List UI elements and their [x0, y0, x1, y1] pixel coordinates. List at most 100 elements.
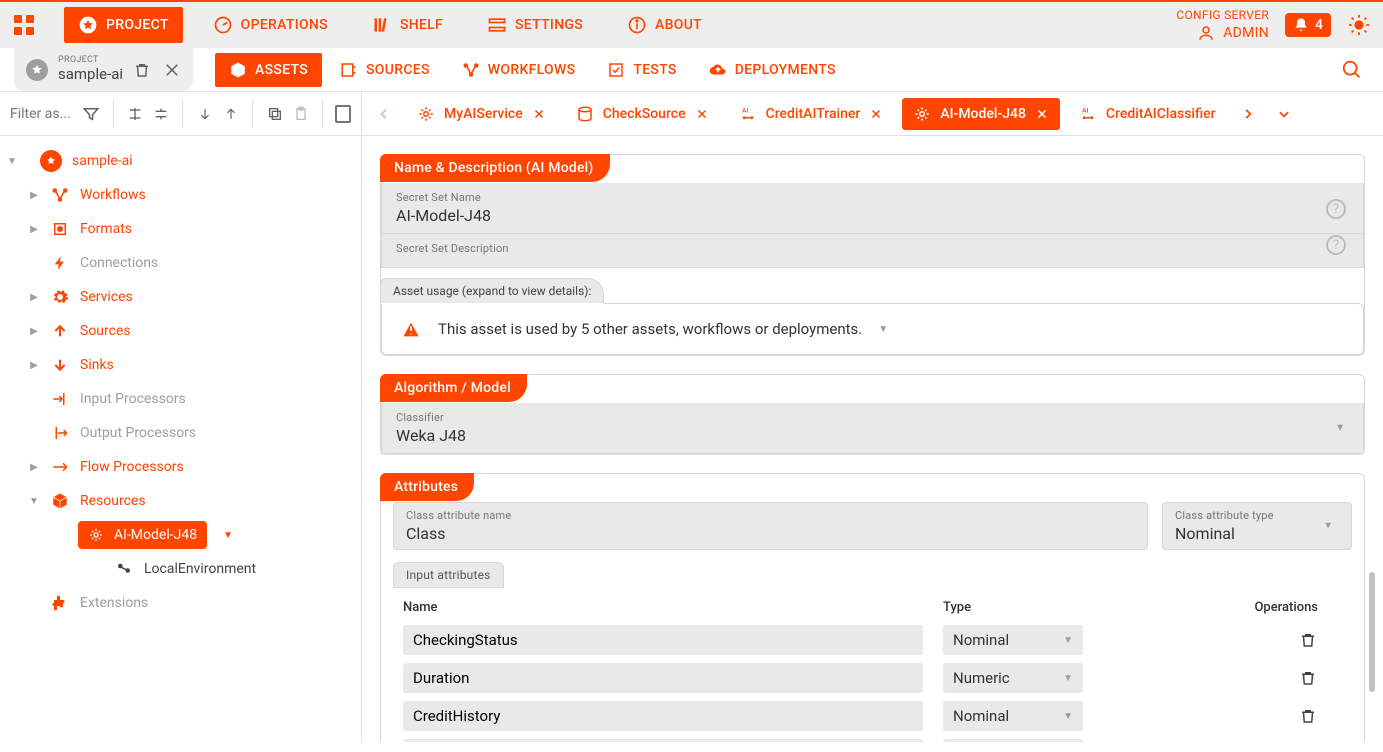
collapse-all-icon[interactable]	[152, 103, 171, 125]
close-icon[interactable]	[868, 106, 884, 122]
chevron-down-icon[interactable]: ▼	[223, 530, 233, 541]
output-icon	[50, 423, 70, 443]
flow-icon	[50, 457, 70, 477]
tree-output-processors[interactable]: Output Processors	[0, 416, 361, 450]
delete-project-icon[interactable]	[133, 61, 151, 79]
chevron-down-icon: ▼	[1323, 521, 1333, 532]
tree-sources[interactable]: ▶ Sources	[0, 314, 361, 348]
tabs-scroll-right[interactable]	[1234, 100, 1262, 128]
asset-usage-header[interactable]: Asset usage (expand to view details):	[380, 278, 604, 304]
subtab-assets[interactable]: ASSETS	[215, 53, 322, 87]
tree-resources[interactable]: ▼ Resources	[0, 484, 361, 518]
notification-count: 4	[1315, 17, 1323, 33]
delete-row-icon[interactable]	[1298, 706, 1318, 726]
editor-tab-bar: MyAIService CheckSource AI CreditAITrain…	[362, 92, 1383, 136]
tab-ai-model-j48[interactable]: AI-Model-J48	[902, 98, 1060, 130]
attr-name-input[interactable]	[403, 663, 923, 693]
tree-root-label: sample-ai	[72, 153, 133, 169]
subtab-tests[interactable]: TESTS	[593, 53, 690, 87]
asset-usage-text: This asset is used by 5 other assets, wo…	[438, 320, 862, 338]
close-icon[interactable]	[1034, 106, 1050, 122]
search-button[interactable]	[1341, 48, 1383, 91]
tab-myaiservice[interactable]: MyAIService	[406, 98, 557, 130]
nav-settings[interactable]: SETTINGS	[473, 7, 597, 43]
attr-type-select[interactable]: Nominal▼	[943, 701, 1083, 731]
tree-connections[interactable]: Connections	[0, 246, 361, 280]
close-icon[interactable]	[531, 106, 547, 122]
subtab-workflows[interactable]: WORKFLOWS	[448, 53, 590, 87]
tab-creditaitrainer[interactable]: AI CreditAITrainer	[728, 98, 895, 130]
expand-all-icon[interactable]	[125, 103, 144, 125]
close-icon[interactable]	[163, 61, 181, 79]
tree-root[interactable]: ▼ sample-ai	[0, 144, 361, 178]
table-row: Nominal▼	[393, 735, 1352, 742]
nav-about[interactable]: ABOUT	[613, 7, 716, 43]
tabs-menu[interactable]	[1270, 100, 1298, 128]
help-icon[interactable]: ?	[1326, 199, 1346, 219]
caret-right-icon: ▶	[28, 360, 40, 371]
nav-operations[interactable]: OPERATIONS	[199, 7, 342, 43]
tab-creditaiclassifier[interactable]: AI CreditAIClassifier	[1068, 98, 1226, 130]
filter-icon[interactable]	[82, 103, 101, 125]
puzzle-icon	[50, 593, 70, 613]
tree-input-processors[interactable]: Input Processors	[0, 382, 361, 416]
tab-checksource[interactable]: CheckSource	[565, 98, 720, 130]
tree-ai-model-j48[interactable]: AI-Model-J48 ▼	[0, 518, 361, 552]
copy-icon[interactable]	[265, 103, 284, 125]
theme-toggle[interactable]	[1347, 13, 1371, 37]
delete-row-icon[interactable]	[1298, 668, 1318, 688]
filter-input[interactable]	[10, 106, 74, 122]
tree-workflows[interactable]: ▶ Workflows	[0, 178, 361, 212]
nav-shelf[interactable]: SHELF	[358, 7, 457, 43]
subtab-sources[interactable]: SOURCES	[326, 53, 444, 87]
secret-set-name-field[interactable]: Secret Set Name AI-Model-J48	[381, 183, 1364, 234]
scrollbar-thumb[interactable]	[1369, 572, 1375, 692]
attr-name-input[interactable]	[403, 625, 923, 655]
delete-row-icon[interactable]	[1298, 630, 1318, 650]
input-icon	[50, 389, 70, 409]
close-icon[interactable]	[694, 106, 710, 122]
sort-up-icon[interactable]	[222, 103, 241, 125]
col-type: Type	[933, 594, 1113, 621]
tree-flow-processors[interactable]: ▶ Flow Processors	[0, 450, 361, 484]
panel-algo-title: Algorithm / Model	[380, 374, 527, 402]
classifier-select[interactable]: Classifier Weka J48 ▼	[381, 403, 1364, 454]
cloud-upload-icon	[709, 61, 727, 79]
project-chip-small	[40, 150, 62, 172]
ai-trainer-icon: AI	[738, 104, 758, 124]
sort-down-icon[interactable]	[195, 103, 214, 125]
nav-project[interactable]: PROJECT	[64, 7, 183, 43]
project-chip[interactable]: PROJECT sample-ai	[14, 48, 193, 91]
gear-icon	[50, 287, 70, 307]
asset-usage-body[interactable]: This asset is used by 5 other assets, wo…	[381, 303, 1364, 355]
user-label[interactable]: ADMIN	[1223, 24, 1269, 44]
sources-icon	[340, 61, 358, 79]
secret-set-desc-field[interactable]: Secret Set Description	[381, 234, 1364, 268]
class-attribute-type-select[interactable]: Class attribute type Nominal ▼	[1162, 502, 1352, 550]
help-icon[interactable]: ?	[1326, 235, 1346, 255]
nav-shelf-label: SHELF	[400, 17, 443, 33]
tree-services[interactable]: ▶ Services	[0, 280, 361, 314]
user-icon	[1197, 24, 1215, 42]
nav-settings-label: SETTINGS	[515, 17, 583, 33]
caret-right-icon: ▶	[28, 292, 40, 303]
select-all-checkbox[interactable]	[335, 105, 351, 123]
ai-model-icon	[88, 527, 104, 543]
info-icon	[627, 15, 647, 35]
subtab-deployments[interactable]: DEPLOYMENTS	[695, 53, 850, 87]
notifications-button[interactable]: 4	[1285, 13, 1331, 37]
caret-down-icon: ▼	[6, 156, 18, 167]
tree-sinks[interactable]: ▶ Sinks	[0, 348, 361, 382]
attr-name-input[interactable]	[403, 701, 923, 731]
ai-classifier-icon: AI	[1078, 104, 1098, 124]
tabs-scroll-left[interactable]	[370, 100, 398, 128]
attr-type-select[interactable]: Numeric▼	[943, 663, 1083, 693]
class-attribute-name-field[interactable]: Class attribute name Class	[393, 502, 1148, 550]
caret-down-icon: ▼	[28, 496, 40, 507]
brand-icon[interactable]	[0, 1, 48, 49]
nav-about-label: ABOUT	[655, 17, 702, 33]
tree-local-environment[interactable]: LocalEnvironment	[0, 552, 361, 586]
tree-formats[interactable]: ▶ Formats	[0, 212, 361, 246]
attr-type-select[interactable]: Nominal▼	[943, 625, 1083, 655]
tree-extensions[interactable]: Extensions	[0, 586, 361, 620]
